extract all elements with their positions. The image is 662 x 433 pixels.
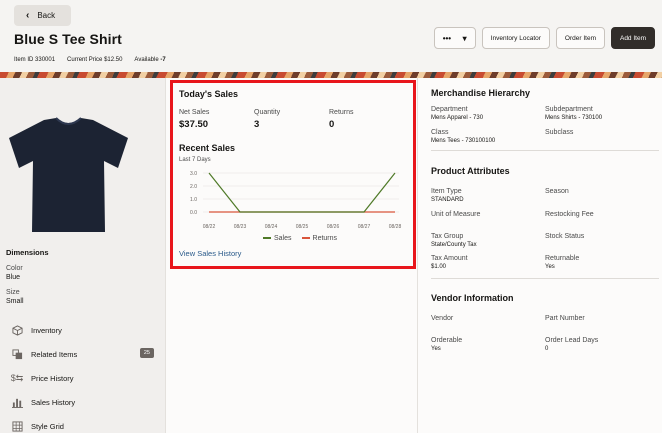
nav-item-price-history[interactable]: $⇆ Price History	[0, 366, 166, 390]
price-history-icon: $⇆	[10, 372, 24, 383]
bar-chart-icon	[11, 396, 23, 408]
returnable-field: Returnable Yes	[545, 255, 580, 270]
quantity-stat: Quantity 3	[254, 109, 281, 130]
nav-label: Related Items	[31, 349, 78, 359]
tax-amount-field: Tax Amount $1.00	[431, 255, 468, 270]
legend-returns: Returns	[301, 235, 337, 242]
legend-sales: Sales	[263, 235, 292, 242]
nav-label: Sales History	[31, 397, 76, 407]
nav-item-related-items[interactable]: Related Items 25	[0, 342, 166, 366]
available-qty: Available -7	[134, 57, 166, 63]
tshirt-image	[9, 117, 128, 232]
y-tick-label: 3.0	[190, 171, 197, 177]
copy-icon	[11, 348, 23, 360]
tax-group-field: Tax Group State/County Tax	[431, 233, 477, 248]
x-tick-label: 08/23	[234, 224, 247, 230]
count-badge: 25	[139, 348, 154, 358]
current-price: Current Price $12.50	[67, 57, 123, 63]
x-tick-label: 08/25	[296, 224, 309, 230]
product-attributes-title: Product Attributes	[431, 166, 510, 176]
orderable-field: Orderable Yes	[431, 337, 463, 352]
x-tick-label: 08/22	[203, 224, 216, 230]
nav-label: Inventory	[31, 325, 62, 335]
back-button[interactable]: ‹ Back	[14, 5, 71, 26]
nav-item-style-grid[interactable]: Style Grid	[0, 414, 166, 433]
item-id: Item ID 330001	[14, 57, 56, 63]
item-type-field: Item Type STANDARD	[431, 188, 464, 203]
page-title: Blue S Tee Shirt	[14, 31, 122, 47]
add-item-button[interactable]: Add Item	[610, 27, 655, 49]
y-tick-label: 1.0	[190, 197, 197, 203]
nav-label: Price History	[31, 373, 74, 383]
ellipsis-icon: •••	[442, 33, 452, 43]
dimension-color: Color Blue	[6, 265, 23, 281]
back-label: Back	[37, 11, 56, 20]
more-actions-button[interactable]: ••• ▾	[433, 27, 476, 49]
restocking-fee-field: Restocking Fee	[545, 211, 594, 218]
recent-sales-title: Recent Sales	[179, 143, 236, 153]
recent-sales-subtitle: Last 7 Days	[179, 157, 211, 163]
vendor-info-title: Vendor Information	[431, 293, 514, 303]
unit-of-measure-field: Unit of Measure	[431, 211, 481, 218]
side-nav: Inventory Related Items 25 $⇆ Price Hist…	[0, 318, 166, 433]
subclass-field: Subclass	[545, 129, 574, 136]
x-tick-label: 08/28	[389, 224, 402, 230]
net-sales-stat: Net Sales $37.50	[179, 109, 210, 130]
nav-label: Style Grid	[31, 421, 64, 431]
todays-sales-title: Today's Sales	[179, 89, 239, 99]
divider	[431, 150, 659, 151]
chart-legend: Sales Returns	[263, 235, 337, 242]
series-line-sales	[208, 172, 396, 213]
nav-item-sales-history[interactable]: Sales History	[0, 390, 166, 414]
grid-icon	[11, 420, 23, 432]
returns-stat: Returns 0	[329, 109, 354, 130]
item-header: ‹ Back Blue S Tee Shirt Item ID 330001 C…	[0, 0, 662, 72]
subdepartment-field: Subdepartment Mens Shirts - 730100	[545, 106, 603, 121]
right-panel: Merchandise Hierarchy Department Mens App…	[417, 78, 662, 433]
merch-hierarchy-title: Merchandise Hierarchy	[431, 88, 531, 98]
item-meta: Item ID 330001 Current Price $12.50 Avai…	[14, 57, 166, 63]
class-field: Class Mens Tees - 730100100	[431, 129, 496, 144]
x-tick-label: 08/24	[265, 224, 278, 230]
caret-down-icon: ▾	[462, 33, 467, 43]
vendor-field: Vendor	[431, 315, 454, 322]
stock-status-field: Stock Status	[545, 233, 585, 240]
view-sales-history-link[interactable]: View Sales History	[179, 249, 241, 258]
todays-sales-card: Today's Sales Net Sales $37.50 Quantity 3 …	[170, 80, 416, 269]
box-icon	[11, 324, 23, 336]
department-field: Department Mens Apparel - 730	[431, 106, 484, 121]
header-actions: ••• ▾ Inventory Locator Order Item Add I…	[433, 27, 655, 49]
left-panel: Dimensions Color Blue Size Small Inventory…	[0, 78, 166, 433]
inventory-locator-button[interactable]: Inventory Locator	[481, 27, 550, 49]
divider	[431, 278, 659, 279]
recent-sales-chart: 0.0 1.0 2.0 3.0 08/22 08/23 08/24 08/25 08/26 08/…	[190, 171, 402, 230]
order-lead-days-field: Order Lead Days 0	[545, 337, 599, 352]
chevron-left-icon: ‹	[26, 10, 30, 21]
season-field: Season	[545, 188, 569, 195]
part-number-field: Part Number	[545, 315, 585, 322]
order-item-button[interactable]: Order Item	[555, 27, 605, 49]
y-tick-label: 0.0	[190, 210, 197, 216]
dimension-size: Size Small	[6, 289, 24, 305]
x-tick-label: 08/26	[327, 224, 340, 230]
dimensions-title: Dimensions	[6, 248, 49, 257]
x-tick-label: 08/27	[358, 224, 371, 230]
nav-item-inventory[interactable]: Inventory	[0, 318, 166, 342]
y-tick-label: 2.0	[190, 184, 197, 190]
